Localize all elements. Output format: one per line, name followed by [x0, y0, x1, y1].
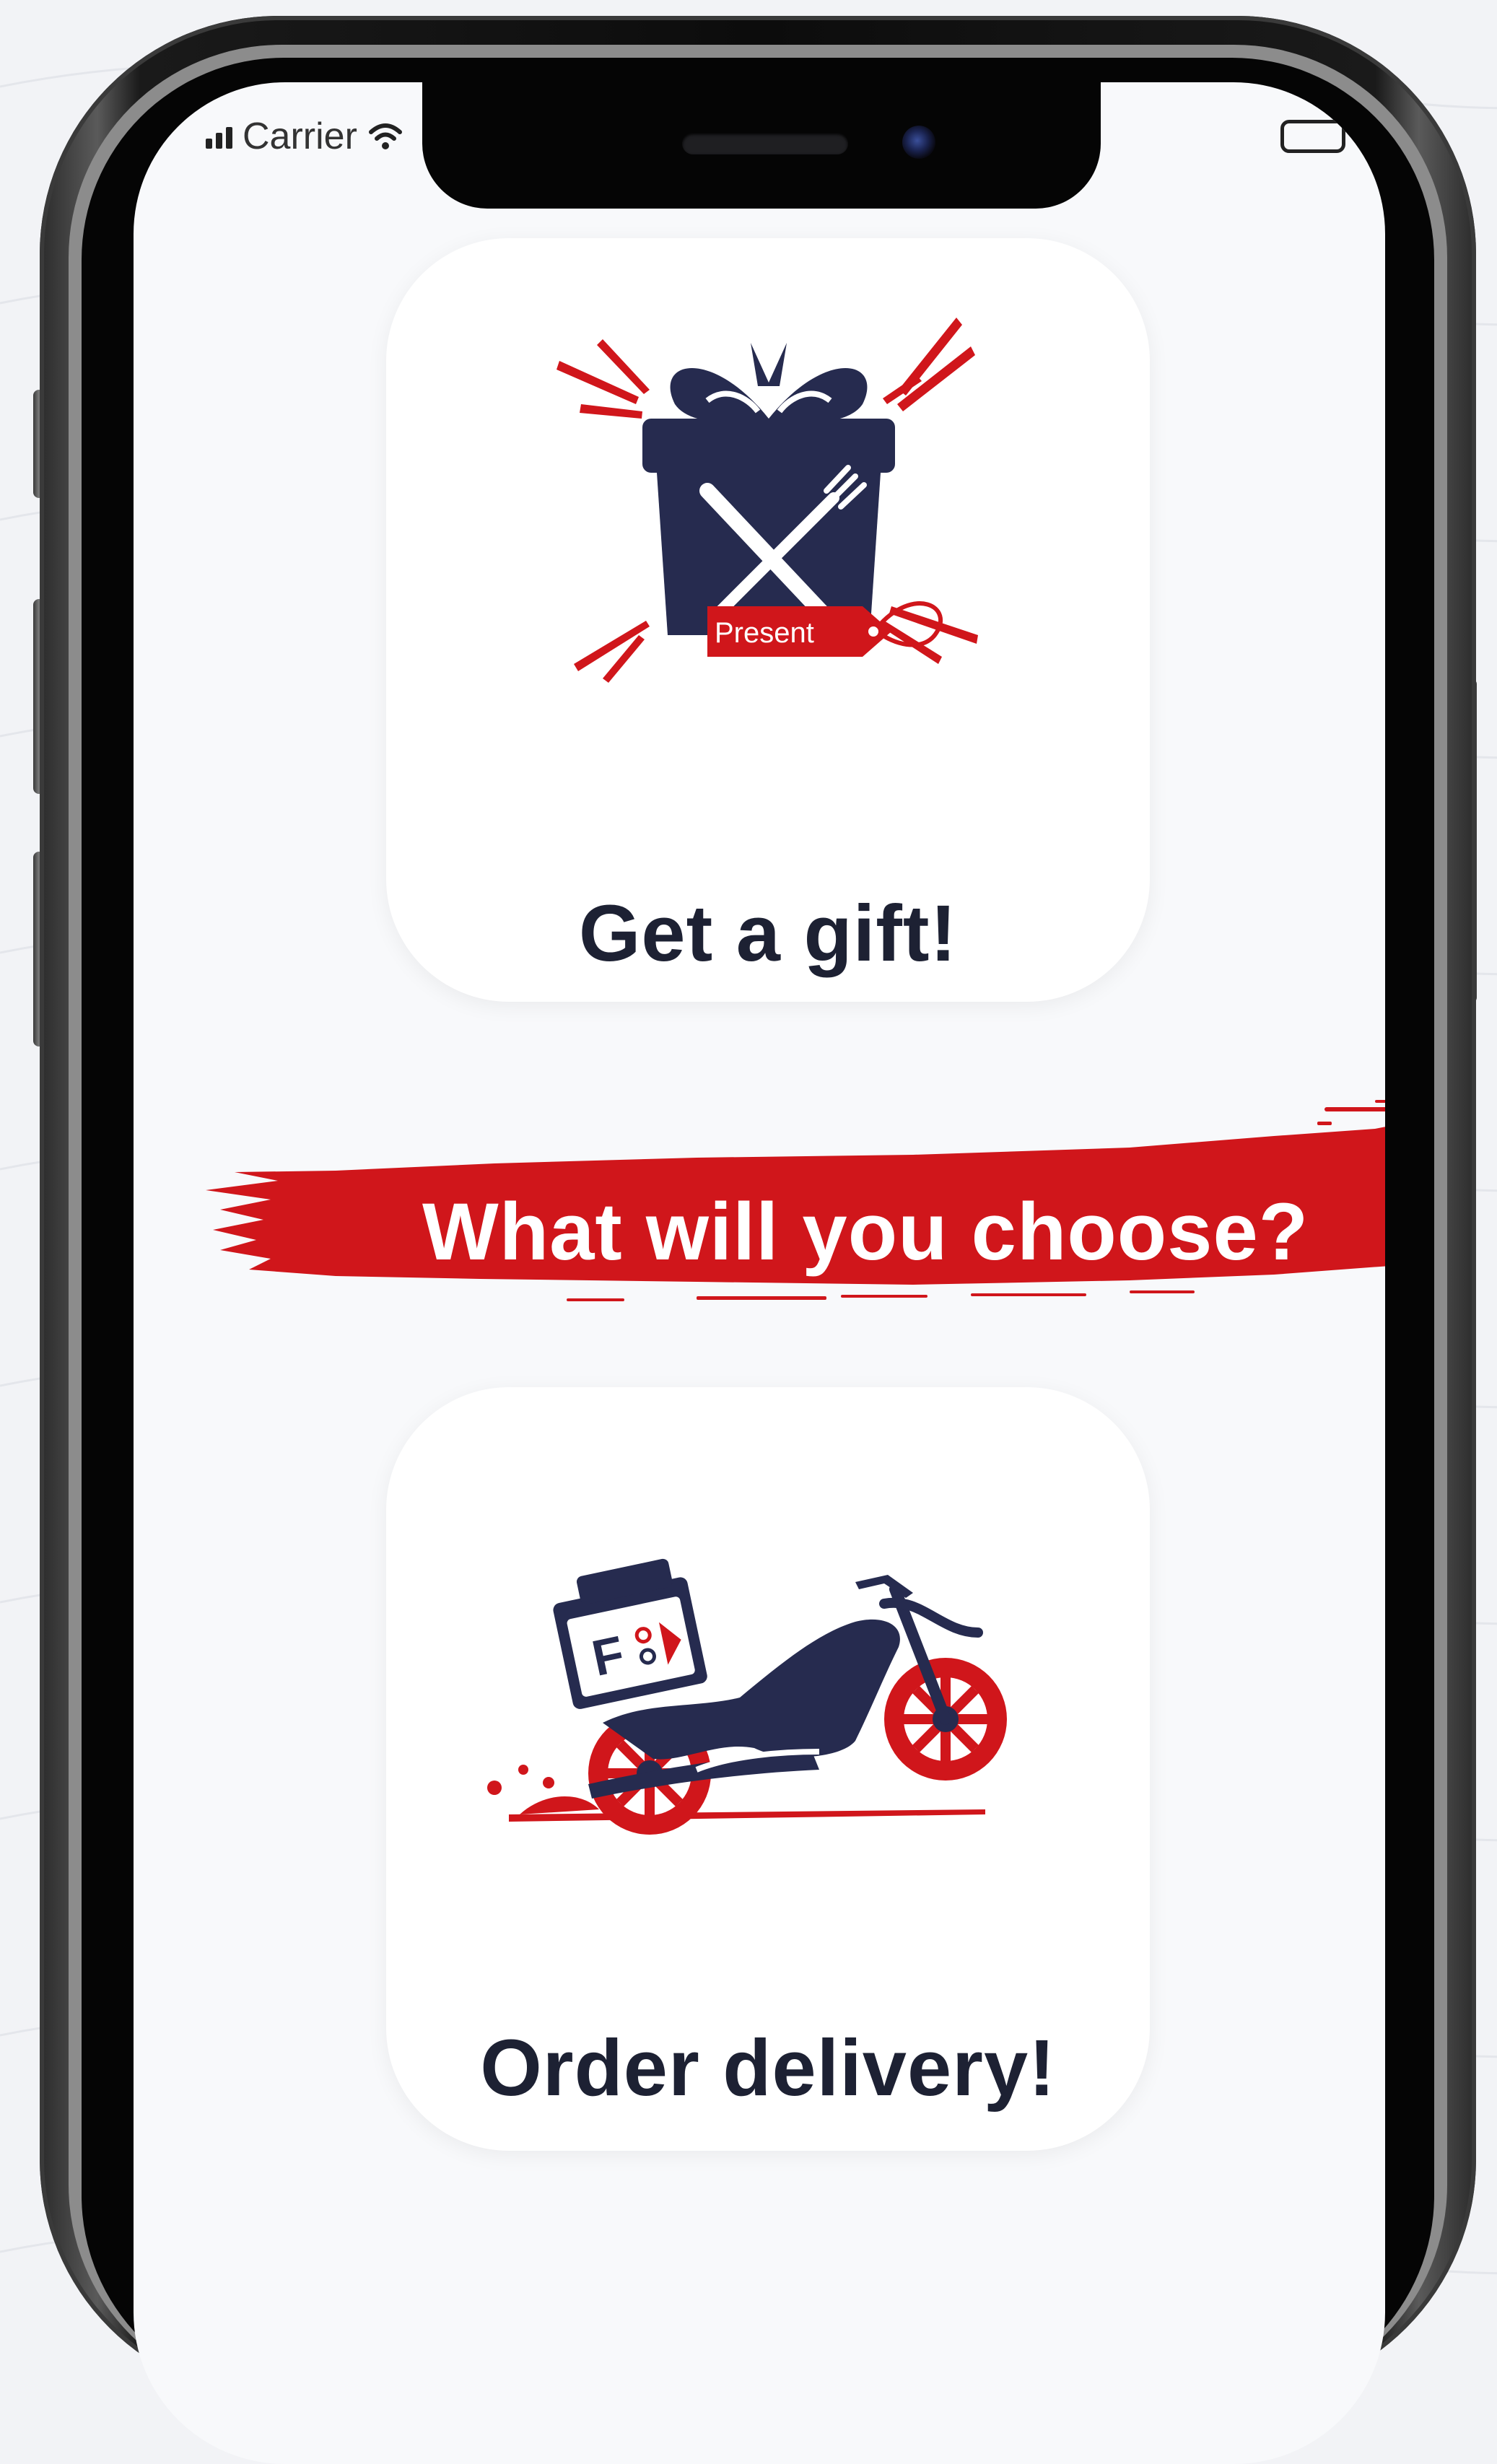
get-gift-label: Get a gift!: [578, 889, 958, 978]
front-camera: [902, 126, 935, 159]
earpiece-speaker: [682, 133, 848, 154]
carrier-label: Carrier: [243, 115, 357, 157]
battery-icon: [1280, 120, 1345, 153]
phone-frame: Carrier Present Get a gift! What will yo…: [40, 16, 1476, 2464]
delivery-motorcycle-icon: F: [487, 1558, 1007, 1835]
gift-box-icon: Present: [557, 318, 978, 683]
present-tag-label: Present: [715, 617, 814, 649]
order-delivery-card[interactable]: F Order delivery!: [386, 1387, 1150, 2151]
get-gift-card[interactable]: Present Get a gift!: [386, 238, 1150, 1002]
status-bar: Carrier: [206, 115, 403, 158]
order-delivery-label: Order delivery!: [480, 2024, 1056, 2113]
signal-bars-icon: [206, 124, 232, 149]
wifi-icon: [368, 123, 402, 149]
app-screen: Carrier Present Get a gift! What will yo…: [134, 82, 1385, 2464]
prompt-text: What will you choose?: [422, 1187, 1309, 1277]
camera-notch: [422, 82, 1101, 209]
